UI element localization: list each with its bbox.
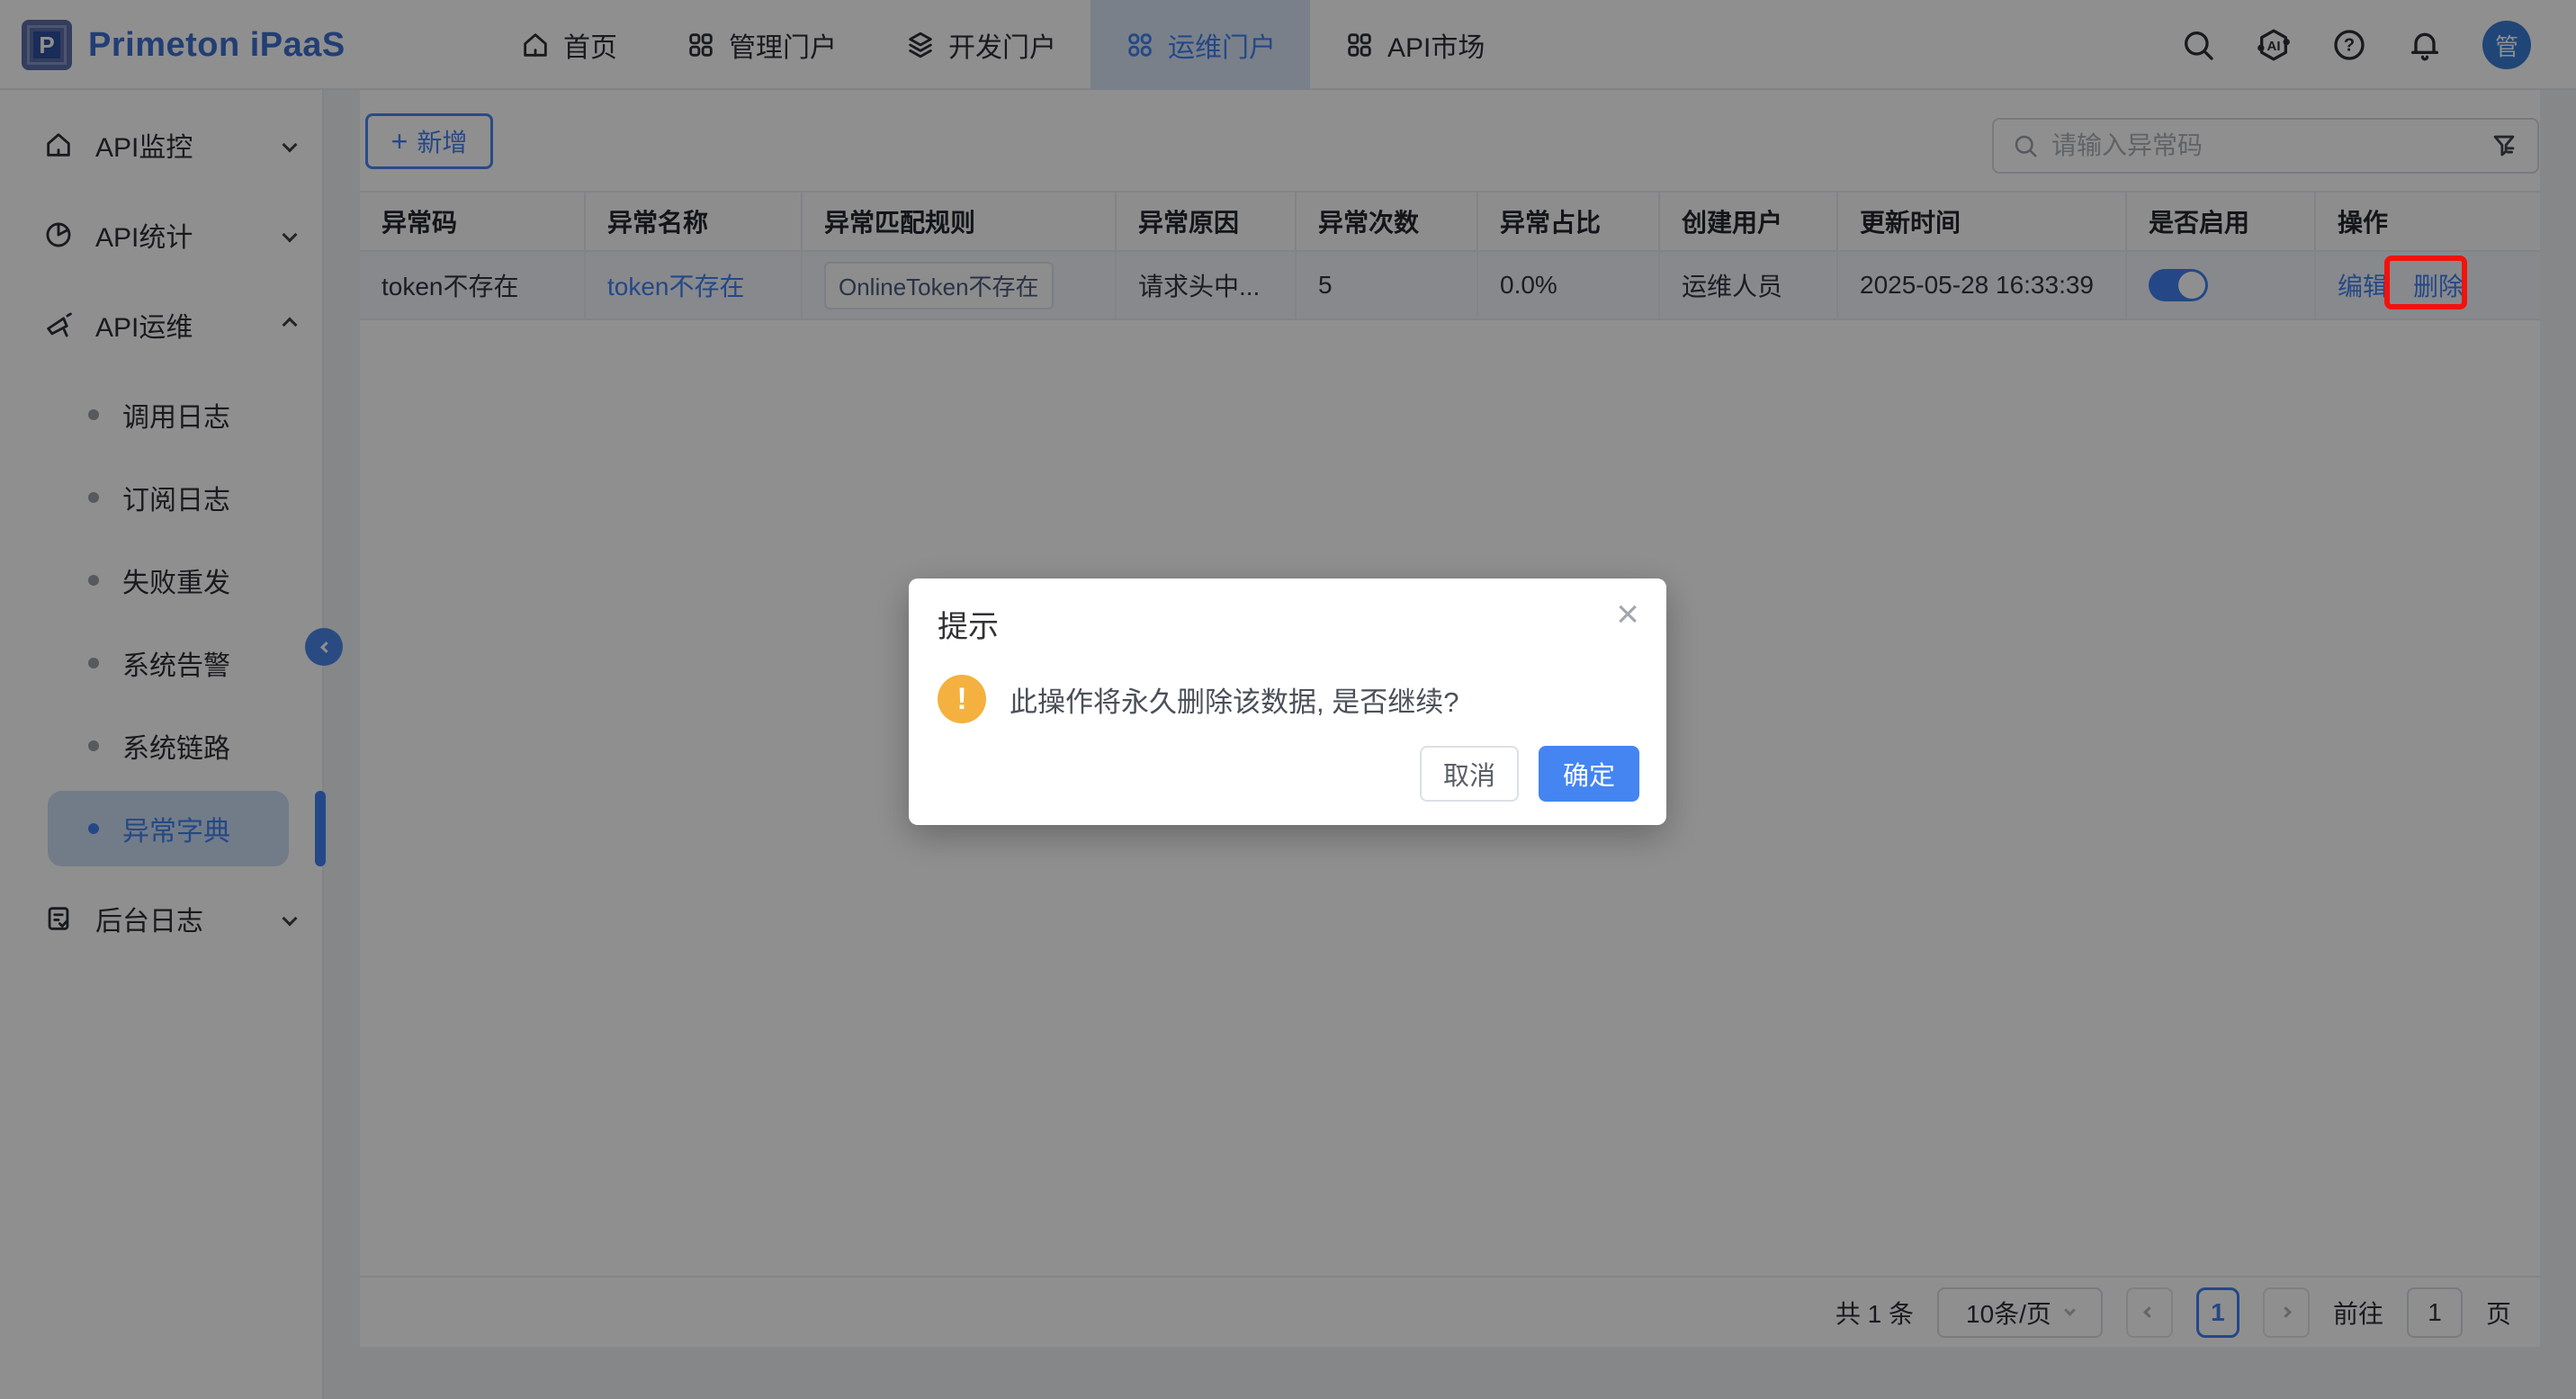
cancel-button[interactable]: 取消: [1420, 746, 1519, 802]
dialog-message: 此操作将永久删除该数据, 是否继续?: [1010, 679, 1459, 720]
dialog-title: 提示: [938, 602, 999, 646]
dialog-actions: 取消 确定: [1420, 746, 1639, 802]
close-icon[interactable]: ×: [1616, 595, 1639, 634]
annotation-highlight-box: [2384, 256, 2467, 309]
confirm-dialog: 提示 × ! 此操作将永久删除该数据, 是否继续? 取消 确定: [909, 578, 1666, 825]
confirm-button[interactable]: 确定: [1539, 746, 1639, 802]
warning-icon: !: [938, 675, 986, 723]
dialog-body: ! 此操作将永久删除该数据, 是否继续?: [938, 675, 1459, 723]
